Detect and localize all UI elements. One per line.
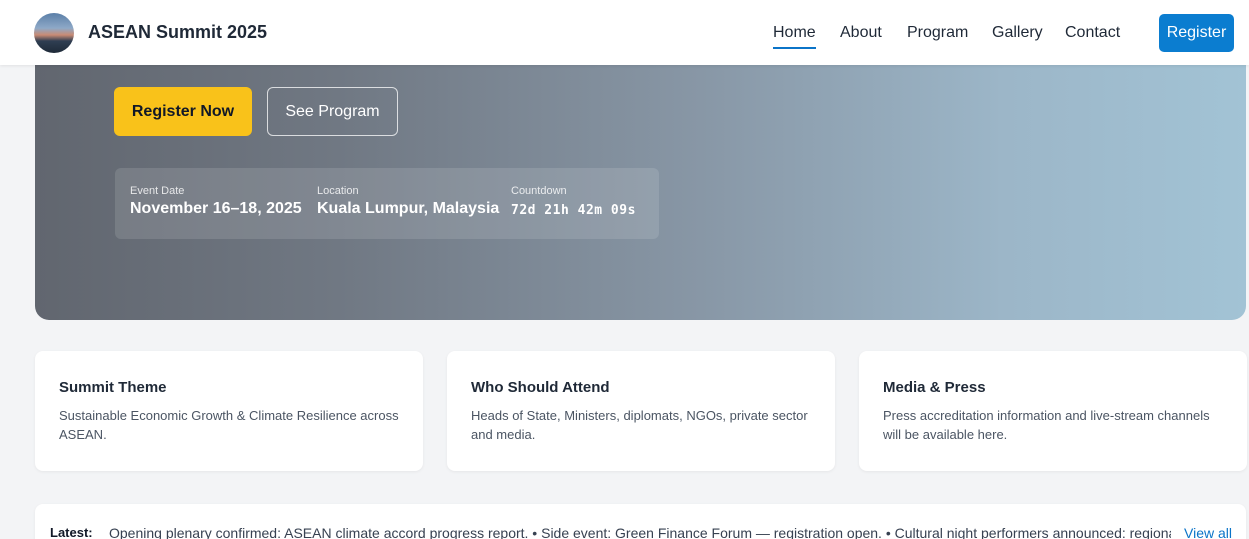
event-date: Event Date November 16–18, 2025: [130, 185, 302, 218]
event-location-value: Kuala Lumpur, Malaysia: [317, 200, 500, 217]
event-location-label: Location: [317, 185, 359, 197]
site-title[interactable]: ASEAN Summit 2025: [88, 22, 267, 43]
media-press-card: Media & Press Press accreditation inform…: [859, 351, 1247, 471]
card-title: Media & Press: [883, 379, 986, 396]
nav-gallery[interactable]: Gallery: [992, 24, 1043, 42]
who-should-attend-card: Who Should Attend Heads of State, Minist…: [447, 351, 835, 471]
countdown-label: Countdown: [511, 185, 567, 197]
countdown-value: 72d 21h 42m 09s: [511, 203, 636, 218]
latest-label: Latest:: [50, 525, 93, 539]
event-info-panel: Event Date November 16–18, 2025 Location…: [115, 168, 659, 239]
card-title: Who Should Attend: [471, 379, 610, 396]
card-text: Heads of State, Ministers, diplomats, NG…: [471, 408, 808, 442]
event-logo-icon[interactable]: [34, 13, 74, 53]
card-title: Summit Theme: [59, 379, 167, 396]
event-date-label: Event Date: [130, 185, 185, 197]
event-date-value: November 16–18, 2025: [130, 200, 302, 217]
view-all-link[interactable]: View all: [1184, 525, 1232, 539]
event-countdown: Countdown 72d 21h 42m 09s: [511, 185, 636, 218]
nav-program[interactable]: Program: [907, 24, 968, 42]
summit-theme-card: Summit Theme Sustainable Economic Growth…: [35, 351, 423, 471]
nav-about[interactable]: About: [840, 24, 882, 42]
card-text: Sustainable Economic Growth & Climate Re…: [59, 408, 399, 442]
see-program-button[interactable]: See Program: [267, 87, 398, 136]
site-header: ASEAN Summit 2025 Home About Program Gal…: [0, 0, 1249, 65]
nav-contact[interactable]: Contact: [1065, 24, 1120, 42]
event-location: Location Kuala Lumpur, Malaysia: [317, 185, 499, 218]
latest-news-ticker: Latest: Opening plenary confirmed: ASEAN…: [35, 504, 1246, 539]
card-text: Press accreditation information and live…: [883, 408, 1210, 442]
register-button[interactable]: Register: [1159, 14, 1234, 52]
nav-home[interactable]: Home: [773, 24, 816, 49]
register-now-button[interactable]: Register Now: [114, 87, 252, 136]
latest-news-text: Opening plenary confirmed: ASEAN climate…: [109, 525, 1171, 539]
